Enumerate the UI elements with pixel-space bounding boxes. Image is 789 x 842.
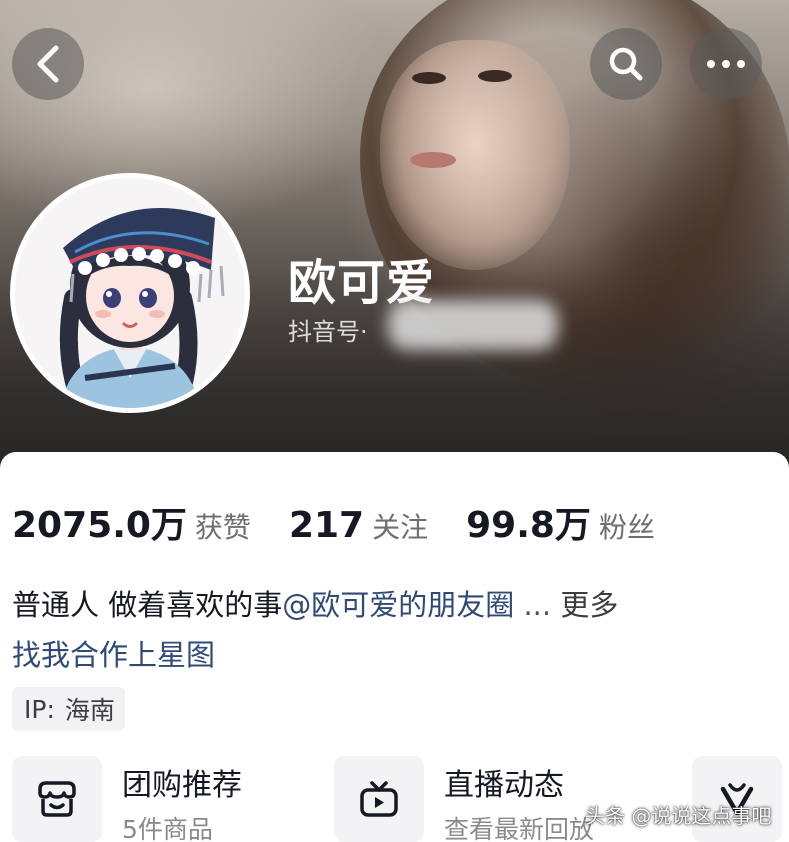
ip-value: 海南: [64, 696, 115, 725]
douyin-id-label[interactable]: 抖音号·: [288, 312, 368, 347]
avatar[interactable]: [10, 173, 250, 413]
bio-text: 普通人 做着喜欢的事: [12, 588, 283, 622]
bio-mention-link[interactable]: @欧可爱的朋友圈: [282, 588, 514, 622]
bio-more-link[interactable]: 更多: [560, 588, 618, 622]
watermark-text: 头条 @说说这点事吧: [585, 804, 772, 828]
ip-label: IP:: [24, 694, 55, 724]
cover-photo-lips: [410, 152, 456, 168]
group-buy-entry[interactable]: [12, 756, 102, 842]
search-button[interactable]: [590, 28, 662, 100]
following-count[interactable]: 217: [289, 505, 364, 546]
third-feature-entry[interactable]: [692, 756, 782, 842]
more-horizontal-icon: [707, 60, 745, 68]
chevron-left-icon: [37, 45, 59, 83]
live-subtitle: 查看最新回放: [444, 815, 595, 842]
cover-photo-eye: [478, 70, 512, 82]
cover-photo-face: [380, 40, 570, 270]
followers-label[interactable]: 粉丝: [599, 506, 655, 546]
redacted-douyin-id: [388, 300, 558, 350]
group-buy-subtitle: 5件商品: [122, 815, 213, 842]
more-button[interactable]: [690, 28, 762, 100]
avatar-illustration: [15, 178, 245, 408]
likes-label[interactable]: 获赞: [195, 506, 251, 546]
cover-photo-eye: [412, 72, 446, 84]
ip-location-tag: IP: 海南: [12, 687, 125, 731]
cooperation-link[interactable]: 找我合作上星图: [12, 632, 215, 674]
tv-icon: [360, 781, 398, 817]
followers-count[interactable]: 99.8万: [466, 496, 591, 548]
shop-basket-icon: [38, 781, 76, 817]
back-button[interactable]: [12, 28, 84, 100]
likes-count[interactable]: 2075.0万: [12, 496, 187, 548]
group-buy-title[interactable]: 团购推荐: [122, 760, 242, 804]
live-replay-entry[interactable]: [334, 756, 424, 842]
profile-stats: 2075.0万 获赞 217 关注 99.8万 粉丝: [12, 496, 693, 546]
live-title[interactable]: 直播动态: [444, 760, 564, 804]
bio-ellipsis: ...: [514, 588, 561, 622]
search-icon: [609, 47, 643, 81]
following-label[interactable]: 关注: [372, 506, 428, 546]
profile-bio: 普通人 做着喜欢的事@欧可爱的朋友圈 ... 更多: [12, 582, 618, 624]
